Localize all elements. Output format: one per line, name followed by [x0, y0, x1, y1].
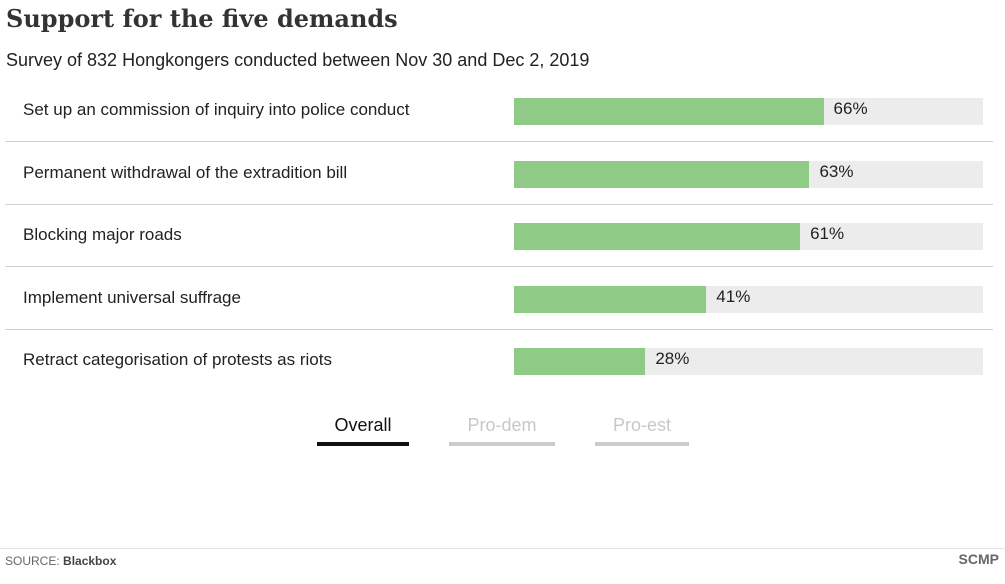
tab-overall[interactable]: Overall	[317, 408, 409, 446]
tab-bar: Overall Pro-dem Pro-est	[0, 408, 1005, 448]
tab-pro-est-underline	[595, 442, 689, 446]
chart-row: Permanent withdrawal of the extradition …	[0, 143, 1005, 205]
data-label: 28%	[655, 349, 690, 368]
data-label: 61%	[810, 224, 845, 243]
chart-row: Retract categorisation of protests as ri…	[0, 330, 1005, 392]
bar	[514, 160, 810, 188]
category-label: Blocking major roads	[23, 225, 182, 244]
source-prefix: SOURCE:	[5, 554, 60, 568]
tab-pro-est[interactable]: Pro-est	[595, 408, 689, 446]
chart-row: Blocking major roads 61%	[0, 205, 1005, 267]
bar	[514, 223, 801, 250]
bar-track	[514, 160, 983, 188]
bar-chart: Set up an commission of inquiry into pol…	[0, 80, 1005, 390]
source-name: Blackbox	[63, 554, 117, 568]
bar	[514, 348, 646, 375]
bar-track	[514, 223, 983, 250]
data-label: 66%	[833, 99, 868, 118]
chart-subtitle: Survey of 832 Hongkongers conducted betw…	[6, 50, 590, 70]
category-label: Permanent withdrawal of the extradition …	[23, 162, 348, 182]
chart-title: Support for the five demands	[6, 4, 398, 33]
tab-overall-underline	[317, 442, 409, 446]
footer-divider	[0, 548, 1005, 549]
tab-pro-dem-underline	[449, 442, 555, 446]
category-label: Implement universal suffrage	[23, 287, 241, 307]
bar	[514, 98, 824, 125]
tab-pro-dem[interactable]: Pro-dem	[449, 408, 555, 446]
bar-track	[514, 348, 983, 375]
category-label: Retract categorisation of protests as ri…	[23, 350, 332, 369]
brand-logo: SCMP	[958, 551, 999, 567]
source-note: SOURCE: Blackbox	[5, 554, 116, 568]
tab-pro-dem-label: Pro-dem	[467, 415, 537, 435]
chart-row: Implement universal suffrage 41%	[0, 268, 1005, 330]
category-label: Set up an commission of inquiry into pol…	[23, 100, 410, 119]
bar-track	[514, 98, 983, 125]
data-label: 63%	[819, 161, 854, 181]
tab-pro-est-label: Pro-est	[612, 415, 672, 435]
bar	[514, 285, 707, 313]
data-label: 41%	[716, 286, 751, 306]
tab-overall-label: Overall	[334, 415, 392, 435]
chart-row: Set up an commission of inquiry into pol…	[0, 80, 1005, 142]
